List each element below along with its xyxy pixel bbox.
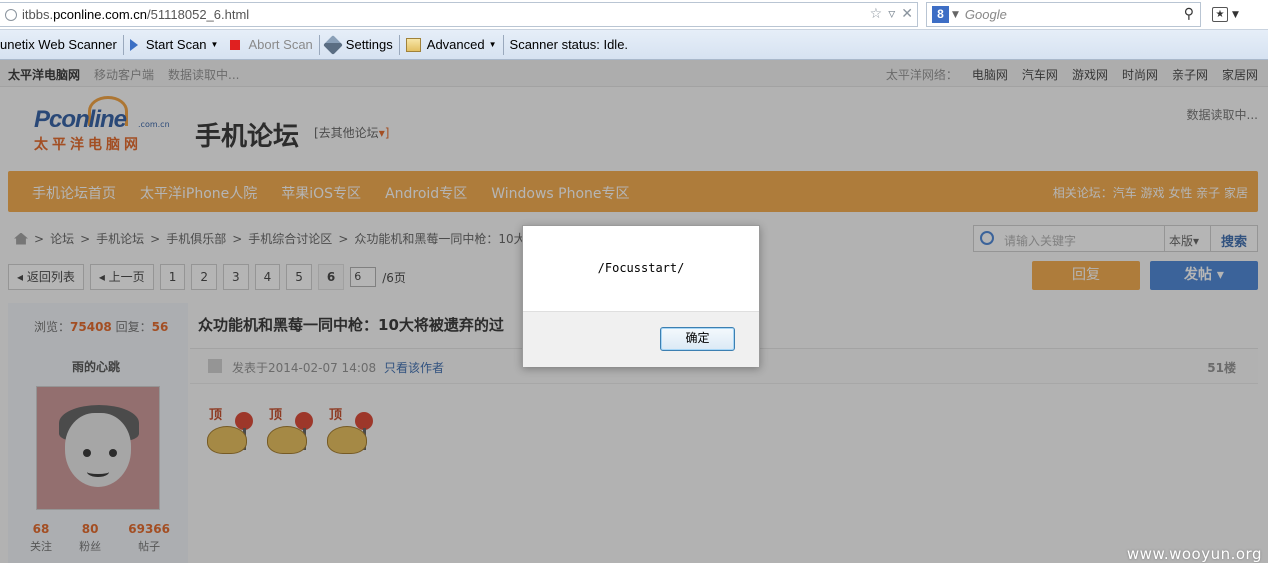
scanner-toolbar: unetix Web Scanner Start Scan ▼ Abort Sca…: [0, 30, 1268, 60]
magnifier-icon[interactable]: ⚲: [1184, 6, 1194, 22]
chevron-down-icon: ▼: [1232, 9, 1239, 20]
star-icon[interactable]: ☆: [870, 6, 883, 22]
caret-icon: ▼: [488, 40, 497, 49]
globe-icon: [5, 8, 17, 21]
bookmarks-button[interactable]: ★ ▼: [1212, 5, 1247, 24]
play-icon: [129, 38, 138, 51]
url-tools: ☆ ▿ ✕: [870, 6, 913, 22]
advanced-icon: [405, 37, 421, 52]
url-text[interactable]: itbbs.pconline.com.cn/51118052_6.html: [22, 7, 249, 22]
alert-dialog: /Focusstart/ 确定: [522, 225, 760, 367]
dropdown-icon[interactable]: ▿: [888, 6, 895, 22]
stop-icon: [230, 39, 241, 50]
search-placeholder[interactable]: Google: [965, 7, 1007, 22]
abort-scan-button[interactable]: Abort Scan: [224, 30, 318, 59]
wrench-icon: [322, 34, 343, 55]
alert-message: /Focusstart/: [597, 261, 685, 275]
chevron-down-icon[interactable]: ▼: [952, 10, 959, 20]
alert-footer: 确定: [523, 311, 759, 367]
ok-button[interactable]: 确定: [660, 327, 735, 351]
browser-search-box[interactable]: 8 ▼ Google ⚲: [926, 2, 1201, 27]
settings-button[interactable]: Settings: [320, 30, 399, 59]
url-bar[interactable]: itbbs.pconline.com.cn/51118052_6.html ☆ …: [0, 2, 918, 27]
close-icon[interactable]: ✕: [901, 6, 913, 22]
watermark: www.wooyun.org: [1126, 545, 1262, 563]
scanner-title: unetix Web Scanner: [0, 37, 117, 52]
start-scan-button[interactable]: Start Scan ▼: [124, 30, 225, 59]
google-icon[interactable]: 8: [932, 6, 949, 23]
scanner-status: Scanner status: Idle.: [509, 37, 629, 52]
bookmark-star-icon: ★: [1212, 7, 1228, 22]
browser-address-row: itbbs.pconline.com.cn/51118052_6.html ☆ …: [0, 0, 1268, 30]
advanced-button[interactable]: Advanced ▼: [400, 30, 503, 59]
caret-icon: ▼: [210, 40, 219, 49]
